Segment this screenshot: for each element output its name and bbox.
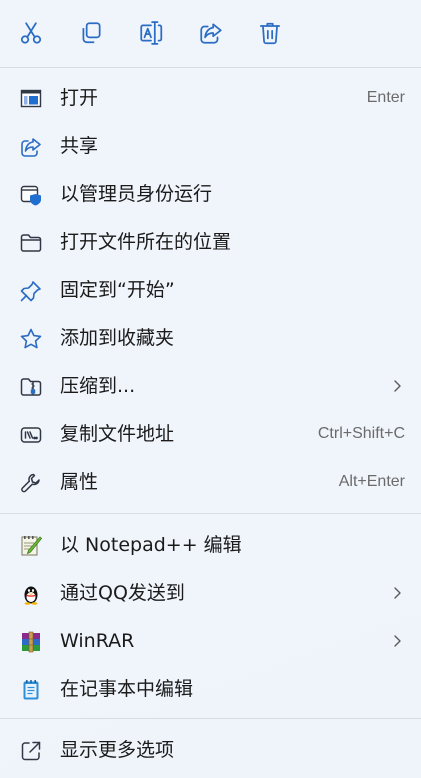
context-menu: 打开 Enter 共享 以管理员身份运行 打开文件所在的位置 固定到“开始” 添…	[0, 0, 421, 778]
app-window-icon	[18, 86, 44, 112]
share-button[interactable]	[194, 16, 228, 50]
qq-penguin-icon	[18, 581, 44, 607]
folder-icon	[18, 230, 44, 256]
admin-shield-icon	[18, 182, 44, 208]
share-icon	[200, 23, 222, 44]
menu-item-label: WinRAR	[60, 630, 135, 652]
menu-item-edit-with-notepadpp[interactable]: 以 Notepad++ 编辑	[0, 521, 421, 569]
open-external-icon	[18, 738, 44, 764]
menu-item-label: 属性	[60, 471, 99, 493]
menu-item-label: 通过QQ发送到	[60, 582, 185, 604]
menu-item-open-file-location[interactable]: 打开文件所在的位置	[0, 218, 421, 266]
rename-button[interactable]	[134, 16, 168, 50]
notepadpp-icon	[18, 533, 44, 559]
copy-icon	[82, 22, 101, 44]
zip-folder-icon	[18, 374, 44, 400]
toolbar-divider	[0, 67, 421, 68]
menu-item-winrar[interactable]: WinRAR	[0, 617, 421, 665]
chevron-right-icon	[394, 380, 401, 392]
menu-item-label: 固定到“开始”	[60, 279, 175, 301]
menu-item-send-via-qq[interactable]: 通过QQ发送到	[0, 569, 421, 617]
shortcut-label: Enter	[366, 89, 405, 106]
share-icon	[18, 134, 44, 160]
notepad-icon	[18, 677, 44, 703]
scissors-icon	[20, 22, 42, 44]
rename-icon	[140, 21, 163, 45]
cut-button[interactable]	[14, 16, 48, 50]
quick-actions-toolbar	[0, 0, 421, 68]
menu-item-label: 以 Notepad++ 编辑	[60, 534, 242, 556]
copy-path-icon	[18, 422, 44, 448]
section-divider	[0, 513, 421, 514]
menu-item-label: 压缩到...	[60, 375, 136, 397]
menu-item-copy-as-path[interactable]: 复制文件地址 Ctrl+Shift+C	[0, 410, 421, 458]
shortcut-label: Ctrl+Shift+C	[317, 425, 405, 442]
menu-item-open[interactable]: 打开 Enter	[0, 74, 421, 122]
winrar-icon	[18, 629, 44, 655]
wrench-icon	[18, 470, 44, 496]
trash-icon	[259, 22, 281, 45]
menu-item-pin-to-start[interactable]: 固定到“开始”	[0, 266, 421, 314]
star-icon	[18, 326, 44, 352]
menu-item-run-as-admin[interactable]: 以管理员身份运行	[0, 170, 421, 218]
menu-item-label: 打开	[60, 87, 99, 109]
chevron-right-icon	[394, 635, 401, 647]
menu-item-add-to-favorites[interactable]: 添加到收藏夹	[0, 314, 421, 362]
pin-icon	[18, 278, 44, 304]
chevron-right-icon	[394, 587, 401, 599]
menu-item-label: 添加到收藏夹	[60, 327, 175, 349]
menu-item-show-more-options[interactable]: 显示更多选项	[0, 726, 421, 774]
menu-item-compress-to[interactable]: 压缩到...	[0, 362, 421, 410]
section-divider	[0, 718, 421, 719]
menu-item-properties[interactable]: 属性 Alt+Enter	[0, 458, 421, 506]
menu-item-edit-in-notepad[interactable]: 在记事本中编辑	[0, 665, 421, 713]
menu-item-label: 打开文件所在的位置	[60, 231, 232, 253]
menu-item-share[interactable]: 共享	[0, 122, 421, 170]
delete-button[interactable]	[253, 16, 287, 50]
menu-item-label: 以管理员身份运行	[60, 183, 213, 205]
shortcut-label: Alt+Enter	[338, 473, 405, 490]
menu-item-label: 共享	[60, 135, 99, 157]
menu-item-label: 复制文件地址	[60, 423, 175, 445]
menu-item-label: 显示更多选项	[60, 739, 175, 761]
copy-button[interactable]	[74, 16, 108, 50]
menu-item-label: 在记事本中编辑	[60, 678, 194, 700]
